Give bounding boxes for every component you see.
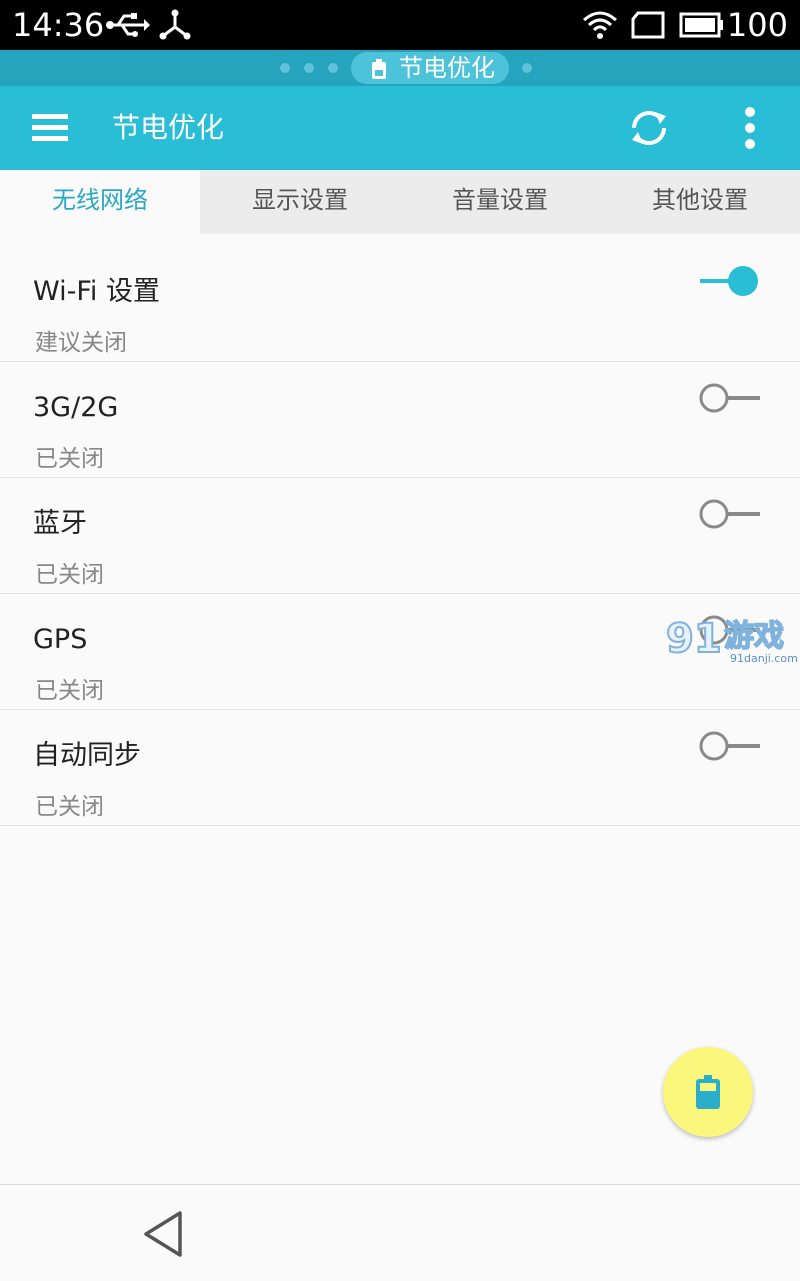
setting-title: 蓝牙	[33, 508, 87, 539]
usb-icon	[106, 13, 150, 37]
svg-text:91danji.com: 91danji.com	[730, 652, 798, 665]
battery-icon	[679, 12, 723, 38]
usb-tether-icon	[159, 9, 191, 40]
menu-icon	[32, 114, 68, 141]
setting-subtitle: 已关闭	[35, 562, 104, 588]
setting-subtitle: 已关闭	[35, 678, 104, 704]
setting-title: 3G/2G	[33, 392, 119, 423]
page-dot	[328, 63, 338, 73]
tab-display[interactable]: 显示设置	[200, 170, 400, 234]
battery-icon	[372, 59, 386, 79]
setting-row-wifi[interactable]: Wi-Fi 设置 建议关闭	[0, 246, 800, 362]
task-pill[interactable]: 节电优化	[351, 52, 509, 84]
more-vert-icon	[745, 107, 755, 149]
battery-percentage: 100	[726, 6, 788, 44]
setting-row-bluetooth[interactable]: 蓝牙 已关闭	[0, 478, 800, 594]
setting-subtitle: 建议关闭	[35, 330, 127, 356]
back-triangle-icon	[144, 1211, 182, 1257]
battery-icon	[696, 1075, 720, 1109]
wifi-icon	[583, 11, 617, 39]
bluetooth-toggle-off[interactable]	[696, 497, 764, 531]
app-bar: 节电优化	[0, 86, 800, 170]
tab-volume[interactable]: 音量设置	[400, 170, 600, 234]
svg-text:游戏: 游戏	[724, 619, 784, 654]
page-dot	[304, 63, 314, 73]
site-watermark-logo: 91 游戏 91danji.com	[665, 615, 798, 665]
refresh-icon	[632, 111, 666, 145]
back-button[interactable]	[140, 1209, 186, 1259]
refresh-button[interactable]	[622, 104, 676, 152]
setting-title: GPS	[33, 624, 88, 655]
status-bar: 14:36 100	[0, 0, 800, 50]
setting-subtitle: 已关闭	[35, 794, 104, 820]
setting-row-auto-sync[interactable]: 自动同步 已关闭	[0, 710, 800, 826]
wifi-toggle-on[interactable]	[696, 264, 764, 298]
setting-row-3g2g[interactable]: 3G/2G 已关闭	[0, 362, 800, 478]
more-options-button[interactable]	[730, 104, 770, 152]
tab-other[interactable]: 其他设置	[600, 170, 800, 234]
tab-wireless[interactable]: 无线网络	[0, 170, 200, 234]
setting-title: Wi-Fi 设置	[33, 276, 160, 307]
power-saving-fab[interactable]	[663, 1047, 753, 1137]
setting-title: 自动同步	[33, 740, 141, 771]
tab-bar: 无线网络 显示设置 音量设置 其他设置	[0, 170, 800, 234]
task-pill-label: 节电优化	[399, 54, 495, 82]
status-time: 14:36	[12, 6, 105, 44]
setting-subtitle: 已关闭	[35, 446, 104, 472]
auto-sync-toggle-off[interactable]	[696, 729, 764, 763]
page-dot	[280, 63, 290, 73]
svg-text:91: 91	[666, 616, 722, 662]
sim-card-icon	[631, 11, 665, 39]
page-dot	[522, 63, 532, 73]
3g2g-toggle-off[interactable]	[696, 381, 764, 415]
menu-button[interactable]	[24, 104, 76, 152]
floating-task-strip: 节电优化	[0, 50, 800, 86]
navigation-bar	[0, 1184, 800, 1281]
page-title: 节电优化	[112, 111, 225, 144]
